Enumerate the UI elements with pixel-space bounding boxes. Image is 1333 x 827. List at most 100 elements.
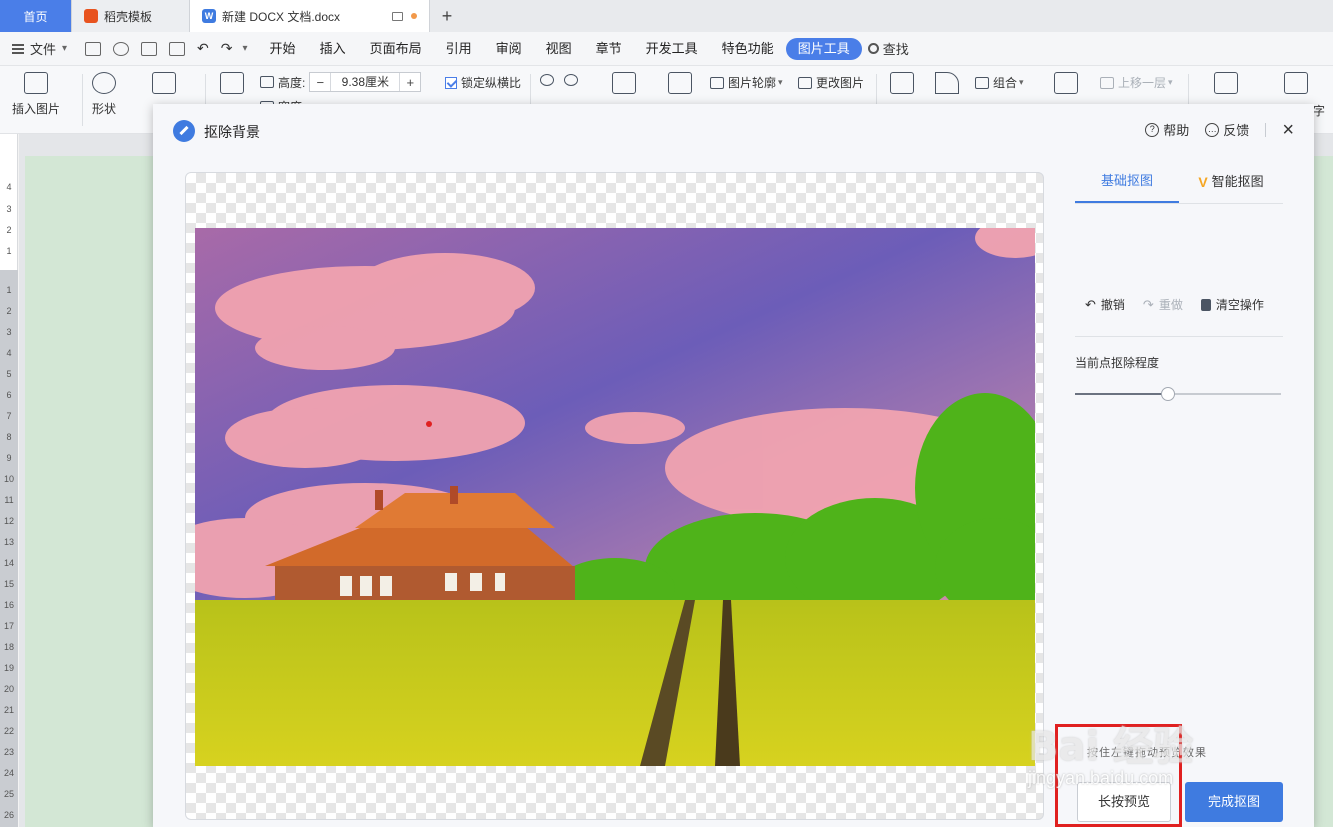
- header-divider: [1265, 122, 1267, 137]
- selection-pane-button[interactable]: [1054, 72, 1078, 100]
- selection-pane-icon: [1054, 72, 1078, 94]
- change-picture-button[interactable]: 更改图片: [798, 74, 864, 91]
- height-value[interactable]: 9.38厘米: [330, 73, 401, 91]
- redo-icon[interactable]: ↷: [221, 40, 233, 57]
- edit-actions: ↶ 撤销 ↷ 重做 清空操作: [1085, 296, 1282, 313]
- picture-effect-icon: [668, 72, 692, 94]
- image-canvas[interactable]: [185, 172, 1044, 820]
- tab-home[interactable]: 首页: [0, 0, 72, 32]
- ruler-number: 15: [3, 579, 14, 589]
- shape-button[interactable]: 形状: [92, 72, 116, 117]
- tab-basic-cutout-label: 基础抠图: [1100, 172, 1153, 188]
- ruler-number: 3: [6, 204, 12, 214]
- picture-effect-button[interactable]: [668, 72, 692, 100]
- picture-outline-button[interactable]: 图片轮廓 ▾: [710, 74, 783, 91]
- quick-access-more-icon[interactable]: ▾: [243, 43, 248, 54]
- removal-strength-slider[interactable]: [1075, 387, 1281, 401]
- menu-view[interactable]: 视图: [534, 38, 584, 60]
- rotate-right-icon[interactable]: [564, 74, 578, 86]
- crop-button[interactable]: [220, 72, 244, 100]
- help-button[interactable]: ? 帮助: [1145, 120, 1189, 139]
- ruler-number: 24: [3, 768, 14, 778]
- decrease-icon[interactable]: −: [310, 75, 330, 90]
- undo-label: 撤销: [1100, 298, 1125, 312]
- cutout-mode-tabs: 基础抠图 V 智能抠图: [1075, 160, 1283, 204]
- search-button[interactable]: 查找: [862, 39, 909, 58]
- panel-divider: [1075, 336, 1283, 337]
- new-tab-button[interactable]: +: [430, 0, 464, 32]
- menu-start[interactable]: 开始: [258, 38, 308, 60]
- undo-icon[interactable]: ↶: [197, 40, 209, 57]
- shape-label: 形状: [92, 102, 117, 116]
- feedback-button[interactable]: … 反馈: [1205, 120, 1249, 139]
- insert-picture-button[interactable]: 插入图片: [12, 72, 60, 117]
- ruler-number: 12: [3, 516, 14, 526]
- chevron-down-icon: ▾: [778, 77, 783, 87]
- lock-ratio-checkbox[interactable]: 锁定纵横比: [445, 74, 521, 91]
- height-stepper[interactable]: − 9.38厘米 +: [309, 72, 422, 92]
- compress-button[interactable]: [152, 72, 176, 100]
- compress-icon: [152, 72, 176, 94]
- tab-smart-cutout[interactable]: V 智能抠图: [1179, 160, 1283, 203]
- watermark-main: Bai 经验: [1028, 724, 1194, 770]
- print-preview-icon[interactable]: [169, 41, 186, 56]
- tab-basic-cutout[interactable]: 基础抠图: [1075, 160, 1179, 203]
- menu-developer[interactable]: 开发工具: [634, 38, 710, 60]
- clear-label: 清空操作: [1215, 298, 1264, 312]
- menu-review[interactable]: 审阅: [484, 38, 534, 60]
- ruler-number: 14: [3, 558, 14, 568]
- menu-section[interactable]: 章节: [584, 38, 634, 60]
- ruler-number: 17: [3, 621, 14, 631]
- monitor-icon[interactable]: [392, 11, 403, 21]
- menu-references[interactable]: 引用: [434, 38, 484, 60]
- lock-ratio-label: 锁定纵横比: [461, 76, 522, 90]
- redo-button[interactable]: ↷ 重做: [1143, 296, 1183, 313]
- cutout-button[interactable]: [612, 72, 636, 100]
- file-menu[interactable]: 文件 ▾: [0, 39, 79, 58]
- ruler-number: 23: [3, 747, 14, 757]
- ribbon-partial-label: 字: [1313, 104, 1326, 118]
- tab-document[interactable]: W 新建 DOCX 文档.docx: [190, 0, 430, 32]
- ruler-number: 3: [6, 327, 12, 337]
- slider-fill: [1075, 393, 1168, 395]
- hamburger-icon: [12, 43, 24, 54]
- menu-page-layout[interactable]: 页面布局: [358, 38, 434, 60]
- ruler-number: 16: [3, 600, 14, 610]
- bring-forward-button[interactable]: 上移一层 ▾: [1100, 74, 1173, 91]
- redo-icon: ↷: [1142, 296, 1154, 312]
- increase-icon[interactable]: +: [400, 75, 420, 90]
- ruler-number: 1: [6, 285, 12, 295]
- picture-translate-button[interactable]: [1284, 72, 1308, 100]
- format-painter-icon[interactable]: [113, 41, 130, 56]
- cutout-icon: [612, 72, 636, 94]
- word-doc-icon: W: [202, 9, 216, 23]
- group-button[interactable]: 组合 ▾: [975, 74, 1024, 91]
- rotate-button[interactable]: [935, 72, 959, 100]
- menu-picture-tools[interactable]: 图片工具: [785, 37, 862, 60]
- baidu-watermark: Bai 经验 jingyan.baidu.com: [1028, 700, 1288, 800]
- watermark-sub: jingyan.baidu.com: [1028, 768, 1174, 788]
- help-icon: ?: [1145, 122, 1160, 137]
- close-icon[interactable]: ×: [1282, 120, 1294, 140]
- tab-bar: 首页 稻壳模板 W 新建 DOCX 文档.docx +: [0, 0, 1333, 32]
- clear-button[interactable]: 清空操作: [1200, 296, 1264, 313]
- undo-icon: ↶: [1085, 296, 1096, 312]
- slider-thumb[interactable]: [1160, 387, 1175, 401]
- group-label: 组合: [993, 76, 1018, 90]
- slider-label: 当前点抠除程度: [1075, 356, 1160, 370]
- ruler-number: 22: [3, 726, 14, 736]
- height-label: 高度:: [278, 75, 306, 90]
- ruler-number: 8: [6, 432, 12, 442]
- undo-button[interactable]: ↶ 撤销: [1085, 296, 1125, 313]
- help-label: 帮助: [1163, 123, 1190, 138]
- menu-special[interactable]: 特色功能: [710, 38, 786, 60]
- wrap-text-button[interactable]: [890, 72, 914, 100]
- menu-insert[interactable]: 插入: [308, 38, 358, 60]
- rotate-left-icon[interactable]: [540, 74, 554, 86]
- print-icon[interactable]: [141, 41, 158, 56]
- tab-template[interactable]: 稻壳模板: [72, 0, 190, 32]
- picture-to-text-button[interactable]: [1214, 72, 1238, 100]
- save-icon[interactable]: [85, 41, 102, 56]
- landscape-photo[interactable]: [195, 228, 1035, 766]
- rotate-controls[interactable]: [540, 74, 582, 86]
